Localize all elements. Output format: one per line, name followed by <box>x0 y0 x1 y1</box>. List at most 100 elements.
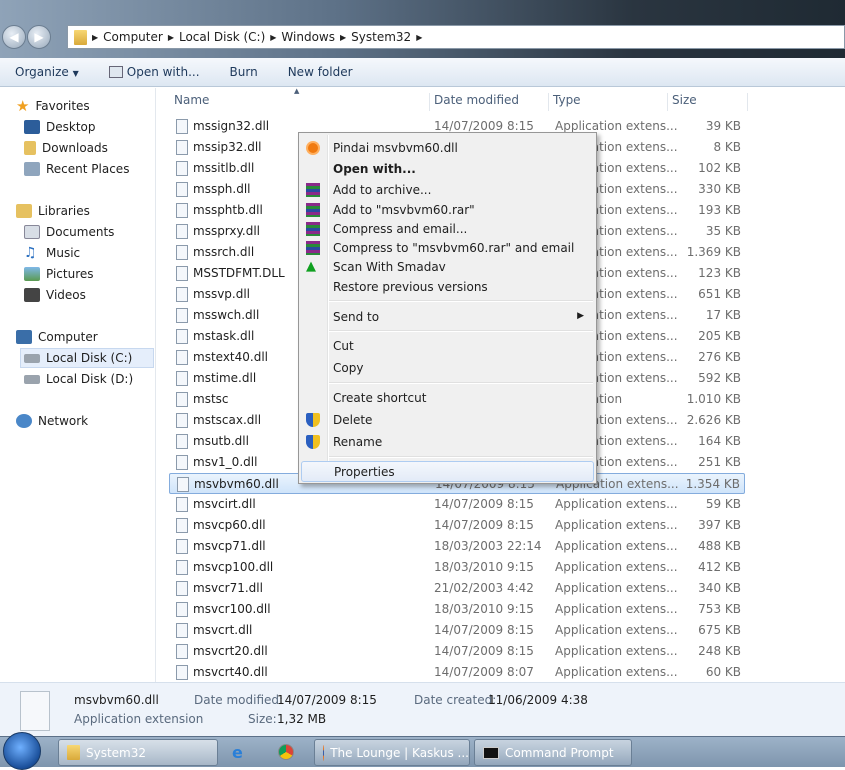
address-bar[interactable]: ▶ Computer ▶ Local Disk (C:) ▶ Windows ▶… <box>67 25 845 49</box>
details-modified-value: 14/07/2009 8:15 <box>277 693 377 707</box>
label: Local Disk (C:) <box>46 351 133 365</box>
sidebar-item-documents[interactable]: Documents <box>24 222 114 242</box>
menu-item-add-to-rar[interactable]: Add to "msvbvm60.rar" <box>301 200 594 220</box>
menu-item-rename[interactable]: Rename <box>301 432 594 452</box>
file-type: Application extens... <box>555 602 678 616</box>
breadcrumb-computer[interactable]: Computer <box>103 30 163 44</box>
taskbar-firefox[interactable]: The Lounge | Kaskus ... <box>314 739 470 766</box>
dll-file-icon <box>176 329 188 344</box>
column-header-date-modified[interactable]: Date modified <box>430 93 549 111</box>
sidebar-item-downloads[interactable]: Downloads <box>24 138 108 158</box>
chrome-icon[interactable] <box>278 744 294 760</box>
taskbar-explorer[interactable]: System32 <box>58 739 218 766</box>
menu-item-copy[interactable]: Copy <box>301 358 594 378</box>
menu-item-add-to-archive[interactable]: Add to archive... <box>301 180 594 200</box>
menu-item-cut[interactable]: Cut <box>301 336 594 356</box>
breadcrumb-system32[interactable]: System32 <box>351 30 411 44</box>
dll-file-icon <box>176 350 188 365</box>
internet-explorer-icon[interactable]: e <box>232 743 250 762</box>
file-type: Application extens... <box>555 560 678 574</box>
file-row[interactable]: msvcr71.dll 21/02/2003 4:42 Application ex… <box>169 578 745 599</box>
menu-item-send-to[interactable]: Send to ▶ <box>301 307 594 327</box>
chevron-right-icon[interactable]: ▶ <box>168 33 174 42</box>
label: Computer <box>38 330 98 344</box>
pictures-icon <box>24 267 40 281</box>
file-row[interactable]: msvcp71.dll 18/03/2003 22:14 Application e… <box>169 536 745 557</box>
organize-button[interactable]: Organize ▼ <box>15 65 79 79</box>
sidebar-item-pictures[interactable]: Pictures <box>24 264 94 284</box>
file-row[interactable]: msvcrt40.dll 14/07/2009 8:07 Application e… <box>169 662 745 683</box>
context-menu: Pindai msvbvm60.dll Open with... Add to … <box>298 132 597 484</box>
file-size: 123 KB <box>698 266 741 280</box>
file-name: msutb.dll <box>193 434 249 448</box>
firefox-icon <box>323 744 325 761</box>
label: Command Prompt <box>505 745 614 760</box>
file-row[interactable]: msvcp100.dll 18/03/2010 9:15 Application e… <box>169 557 745 578</box>
sidebar-item-recent-places[interactable]: Recent Places <box>24 159 129 179</box>
burn-button[interactable]: Burn <box>230 65 258 79</box>
menu-item-restore-previous[interactable]: Restore previous versions <box>301 277 594 297</box>
sidebar-item-videos[interactable]: Videos <box>24 285 86 305</box>
sidebar-computer[interactable]: Computer <box>16 327 98 347</box>
chevron-right-icon[interactable]: ▶ <box>270 33 276 42</box>
open-with-button[interactable]: Open with... <box>108 65 200 79</box>
column-header-name[interactable]: Name ▲ <box>170 87 430 111</box>
menu-item-compress-email[interactable]: Compress and email... <box>301 219 594 239</box>
chevron-right-icon[interactable]: ▶ <box>416 33 422 42</box>
chevron-down-icon: ▼ <box>72 69 79 78</box>
details-modified-label: Date modified: <box>194 693 284 707</box>
new-folder-button[interactable]: New folder <box>288 65 353 79</box>
file-size: 1.369 KB <box>686 245 741 259</box>
dll-file-icon <box>176 371 188 386</box>
network-icon <box>16 414 32 428</box>
label: Add to "msvbvm60.rar" <box>333 203 475 217</box>
menu-separator <box>329 330 593 332</box>
file-row[interactable]: msvcrt20.dll 14/07/2009 8:15 Application e… <box>169 641 745 662</box>
file-name: mstscax.dll <box>193 413 262 427</box>
file-size: 1.010 KB <box>686 392 741 406</box>
taskbar-command-prompt[interactable]: Command Prompt <box>474 739 632 766</box>
menu-item-scan-smadav[interactable]: ▲ Scan With Smadav <box>301 257 594 277</box>
file-name: mssitlb.dll <box>193 161 255 175</box>
menu-item-compress-rar-email[interactable]: Compress to "msvbvm60.rar" and email <box>301 238 594 258</box>
file-type: Application extens... <box>555 497 678 511</box>
sidebar-item-local-disk-d[interactable]: Local Disk (D:) <box>24 369 133 389</box>
sidebar-network[interactable]: Network <box>16 411 88 431</box>
label: Favorites <box>35 99 90 113</box>
label: Properties <box>334 465 395 479</box>
sidebar-item-local-disk-c[interactable]: Local Disk (C:) <box>20 348 154 368</box>
sidebar-favorites[interactable]: ★ Favorites <box>16 96 90 116</box>
file-name: mssprxy.dll <box>193 224 261 238</box>
column-header-size[interactable]: Size <box>668 93 748 111</box>
back-button[interactable]: ◀ <box>2 25 26 49</box>
command-prompt-icon <box>483 746 499 759</box>
menu-item-delete[interactable]: Delete <box>301 410 594 430</box>
sidebar-item-desktop[interactable]: Desktop <box>24 117 96 137</box>
file-size: 1.354 KB <box>685 477 740 491</box>
menu-item-properties[interactable]: Properties <box>301 461 594 482</box>
file-size: 276 KB <box>698 350 741 364</box>
sidebar-libraries[interactable]: Libraries <box>16 201 90 221</box>
taskbar: System32 e The Lounge | Kaskus ... Comma… <box>0 732 845 770</box>
menu-item-open-with[interactable]: Open with... <box>301 159 594 179</box>
file-row[interactable]: msvcp60.dll 14/07/2009 8:15 Application ex… <box>169 515 745 536</box>
chevron-right-icon[interactable]: ▶ <box>340 33 346 42</box>
sidebar-item-music[interactable]: ♫ Music <box>24 243 80 263</box>
file-row[interactable]: msvcr100.dll 18/03/2010 9:15 Application e… <box>169 599 745 620</box>
label: Scan With Smadav <box>333 260 446 274</box>
menu-item-pindai[interactable]: Pindai msvbvm60.dll <box>301 138 594 158</box>
breadcrumb-windows[interactable]: Windows <box>281 30 335 44</box>
dll-file-icon <box>176 266 188 281</box>
breadcrumb-local-disk[interactable]: Local Disk (C:) <box>179 30 265 44</box>
menu-item-create-shortcut[interactable]: Create shortcut <box>301 388 594 408</box>
file-date: 14/07/2009 8:15 <box>434 119 534 133</box>
start-button[interactable] <box>3 732 41 770</box>
file-row[interactable]: msvcirt.dll 14/07/2009 8:15 Application ex… <box>169 494 745 515</box>
column-header-type[interactable]: Type <box>549 93 668 111</box>
chevron-right-icon[interactable]: ▶ <box>92 33 98 42</box>
menu-separator <box>329 382 593 384</box>
file-name: msv1_0.dll <box>193 455 258 469</box>
sort-ascending-icon: ▲ <box>294 87 300 95</box>
forward-button[interactable]: ▶ <box>27 25 51 49</box>
file-row[interactable]: msvcrt.dll 14/07/2009 8:15 Application ext… <box>169 620 745 641</box>
